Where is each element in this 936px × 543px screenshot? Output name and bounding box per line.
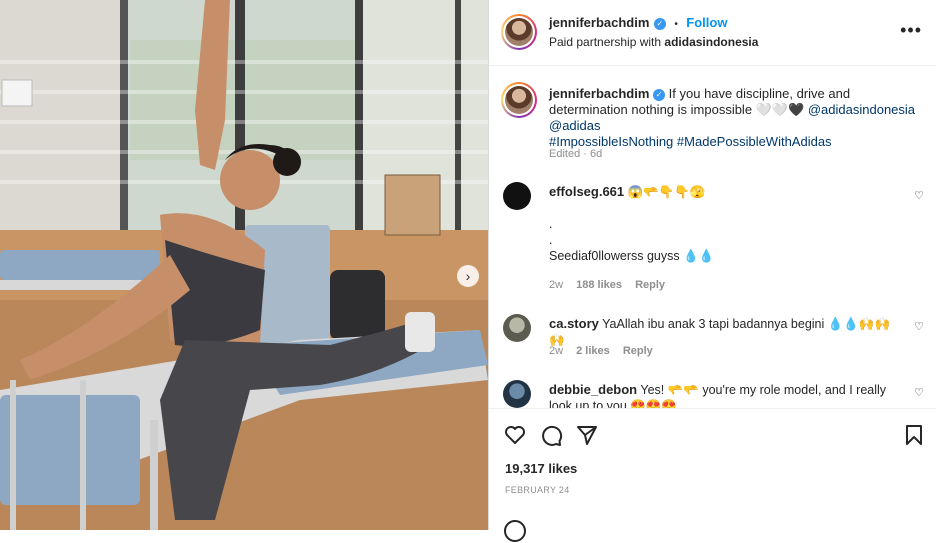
like-comment-icon[interactable]: ♡ bbox=[914, 189, 924, 202]
like-comment-icon[interactable]: ♡ bbox=[914, 320, 924, 333]
more-icon[interactable]: ••• bbox=[900, 20, 922, 41]
author-avatar[interactable] bbox=[501, 14, 537, 50]
comment-likes[interactable]: 188 likes bbox=[576, 279, 622, 291]
post-header: jenniferbachdim ✓ • Follow Paid partners… bbox=[489, 0, 936, 66]
caption-username[interactable]: jenniferbachdim bbox=[549, 86, 649, 101]
comment-text: Seediaf0llowerss guyss 💧💧 bbox=[549, 249, 715, 263]
separator-dot: • bbox=[674, 19, 678, 30]
caption: jenniferbachdim ✓ If you have discipline… bbox=[549, 86, 919, 150]
author-username[interactable]: jenniferbachdim bbox=[549, 15, 649, 30]
avatar-image bbox=[505, 86, 533, 114]
edited-label: Edited bbox=[549, 148, 581, 160]
heart-icon[interactable] bbox=[503, 423, 527, 447]
hashtag-link[interactable]: #MadePossibleWithAdidas bbox=[677, 134, 832, 149]
verified-icon: ✓ bbox=[653, 18, 666, 30]
comment-age: 2w bbox=[549, 279, 564, 291]
comment-avatar[interactable] bbox=[503, 380, 531, 408]
comment-avatar[interactable] bbox=[503, 182, 531, 210]
follow-button[interactable]: Follow bbox=[686, 15, 727, 30]
comment-text: YaAllah ibu anak 3 tapi badannya begini … bbox=[549, 317, 891, 347]
comment-username[interactable]: debbie_debon bbox=[549, 382, 637, 397]
comment-username[interactable]: effolseg.661 bbox=[549, 184, 624, 199]
share-icon[interactable] bbox=[575, 423, 599, 447]
caption-age: 6d bbox=[589, 148, 603, 160]
comment-line: . bbox=[549, 217, 553, 231]
comment-emoji: 😱🫳👇👇🫣 bbox=[627, 185, 706, 199]
reply-button[interactable]: Reply bbox=[635, 279, 665, 291]
next-media-button[interactable]: › bbox=[457, 265, 479, 287]
mention-link[interactable]: @adidas bbox=[549, 118, 601, 133]
comment-line: . bbox=[549, 233, 553, 247]
like-count[interactable]: 19,317 likes bbox=[505, 461, 577, 476]
post-media[interactable]: › bbox=[0, 0, 488, 530]
post-panel: jenniferbachdim ✓ • Follow Paid partners… bbox=[488, 0, 936, 542]
comment-meta: 2w 188 likes Reply bbox=[549, 279, 665, 291]
comment-icon[interactable] bbox=[539, 423, 563, 447]
comment-body: effolseg.661 😱🫳👇👇🫣 . . Seediaf0llowerss … bbox=[549, 184, 904, 264]
like-comment-icon[interactable]: ♡ bbox=[914, 386, 924, 399]
comments-section[interactable]: jenniferbachdim ✓ If you have discipline… bbox=[489, 66, 936, 408]
comment-meta: 2w 2 likes Reply bbox=[549, 345, 653, 357]
verified-icon: ✓ bbox=[653, 89, 666, 101]
post-date: FEBRUARY 24 bbox=[505, 485, 570, 495]
post-photo bbox=[0, 0, 488, 530]
comment-age: 2w bbox=[549, 345, 564, 357]
bookmark-icon[interactable] bbox=[903, 423, 925, 447]
comment-likes[interactable]: 2 likes bbox=[576, 345, 610, 357]
avatar-image bbox=[505, 18, 533, 46]
action-bar: 19,317 likes FEBRUARY 24 bbox=[489, 408, 936, 542]
caption-avatar[interactable] bbox=[501, 82, 537, 118]
mention-link[interactable]: @adidasindonesia bbox=[808, 102, 915, 117]
comment-body: debbie_debon Yes! 🫳🫳 you're my role mode… bbox=[549, 382, 904, 408]
partner-link[interactable]: adidasindonesia bbox=[664, 35, 758, 49]
caption-meta: Edited · 6d bbox=[549, 148, 603, 160]
emoji-icon[interactable] bbox=[503, 519, 527, 543]
reply-button[interactable]: Reply bbox=[623, 345, 653, 357]
hashtag-link[interactable]: #ImpossibleIsNothing bbox=[549, 134, 673, 149]
comment-username[interactable]: ca.story bbox=[549, 316, 599, 331]
partnership-label: Paid partnership with bbox=[549, 35, 662, 49]
comment-body: ca.story YaAllah ibu anak 3 tapi badanny… bbox=[549, 316, 904, 348]
comment-avatar[interactable] bbox=[503, 314, 531, 342]
